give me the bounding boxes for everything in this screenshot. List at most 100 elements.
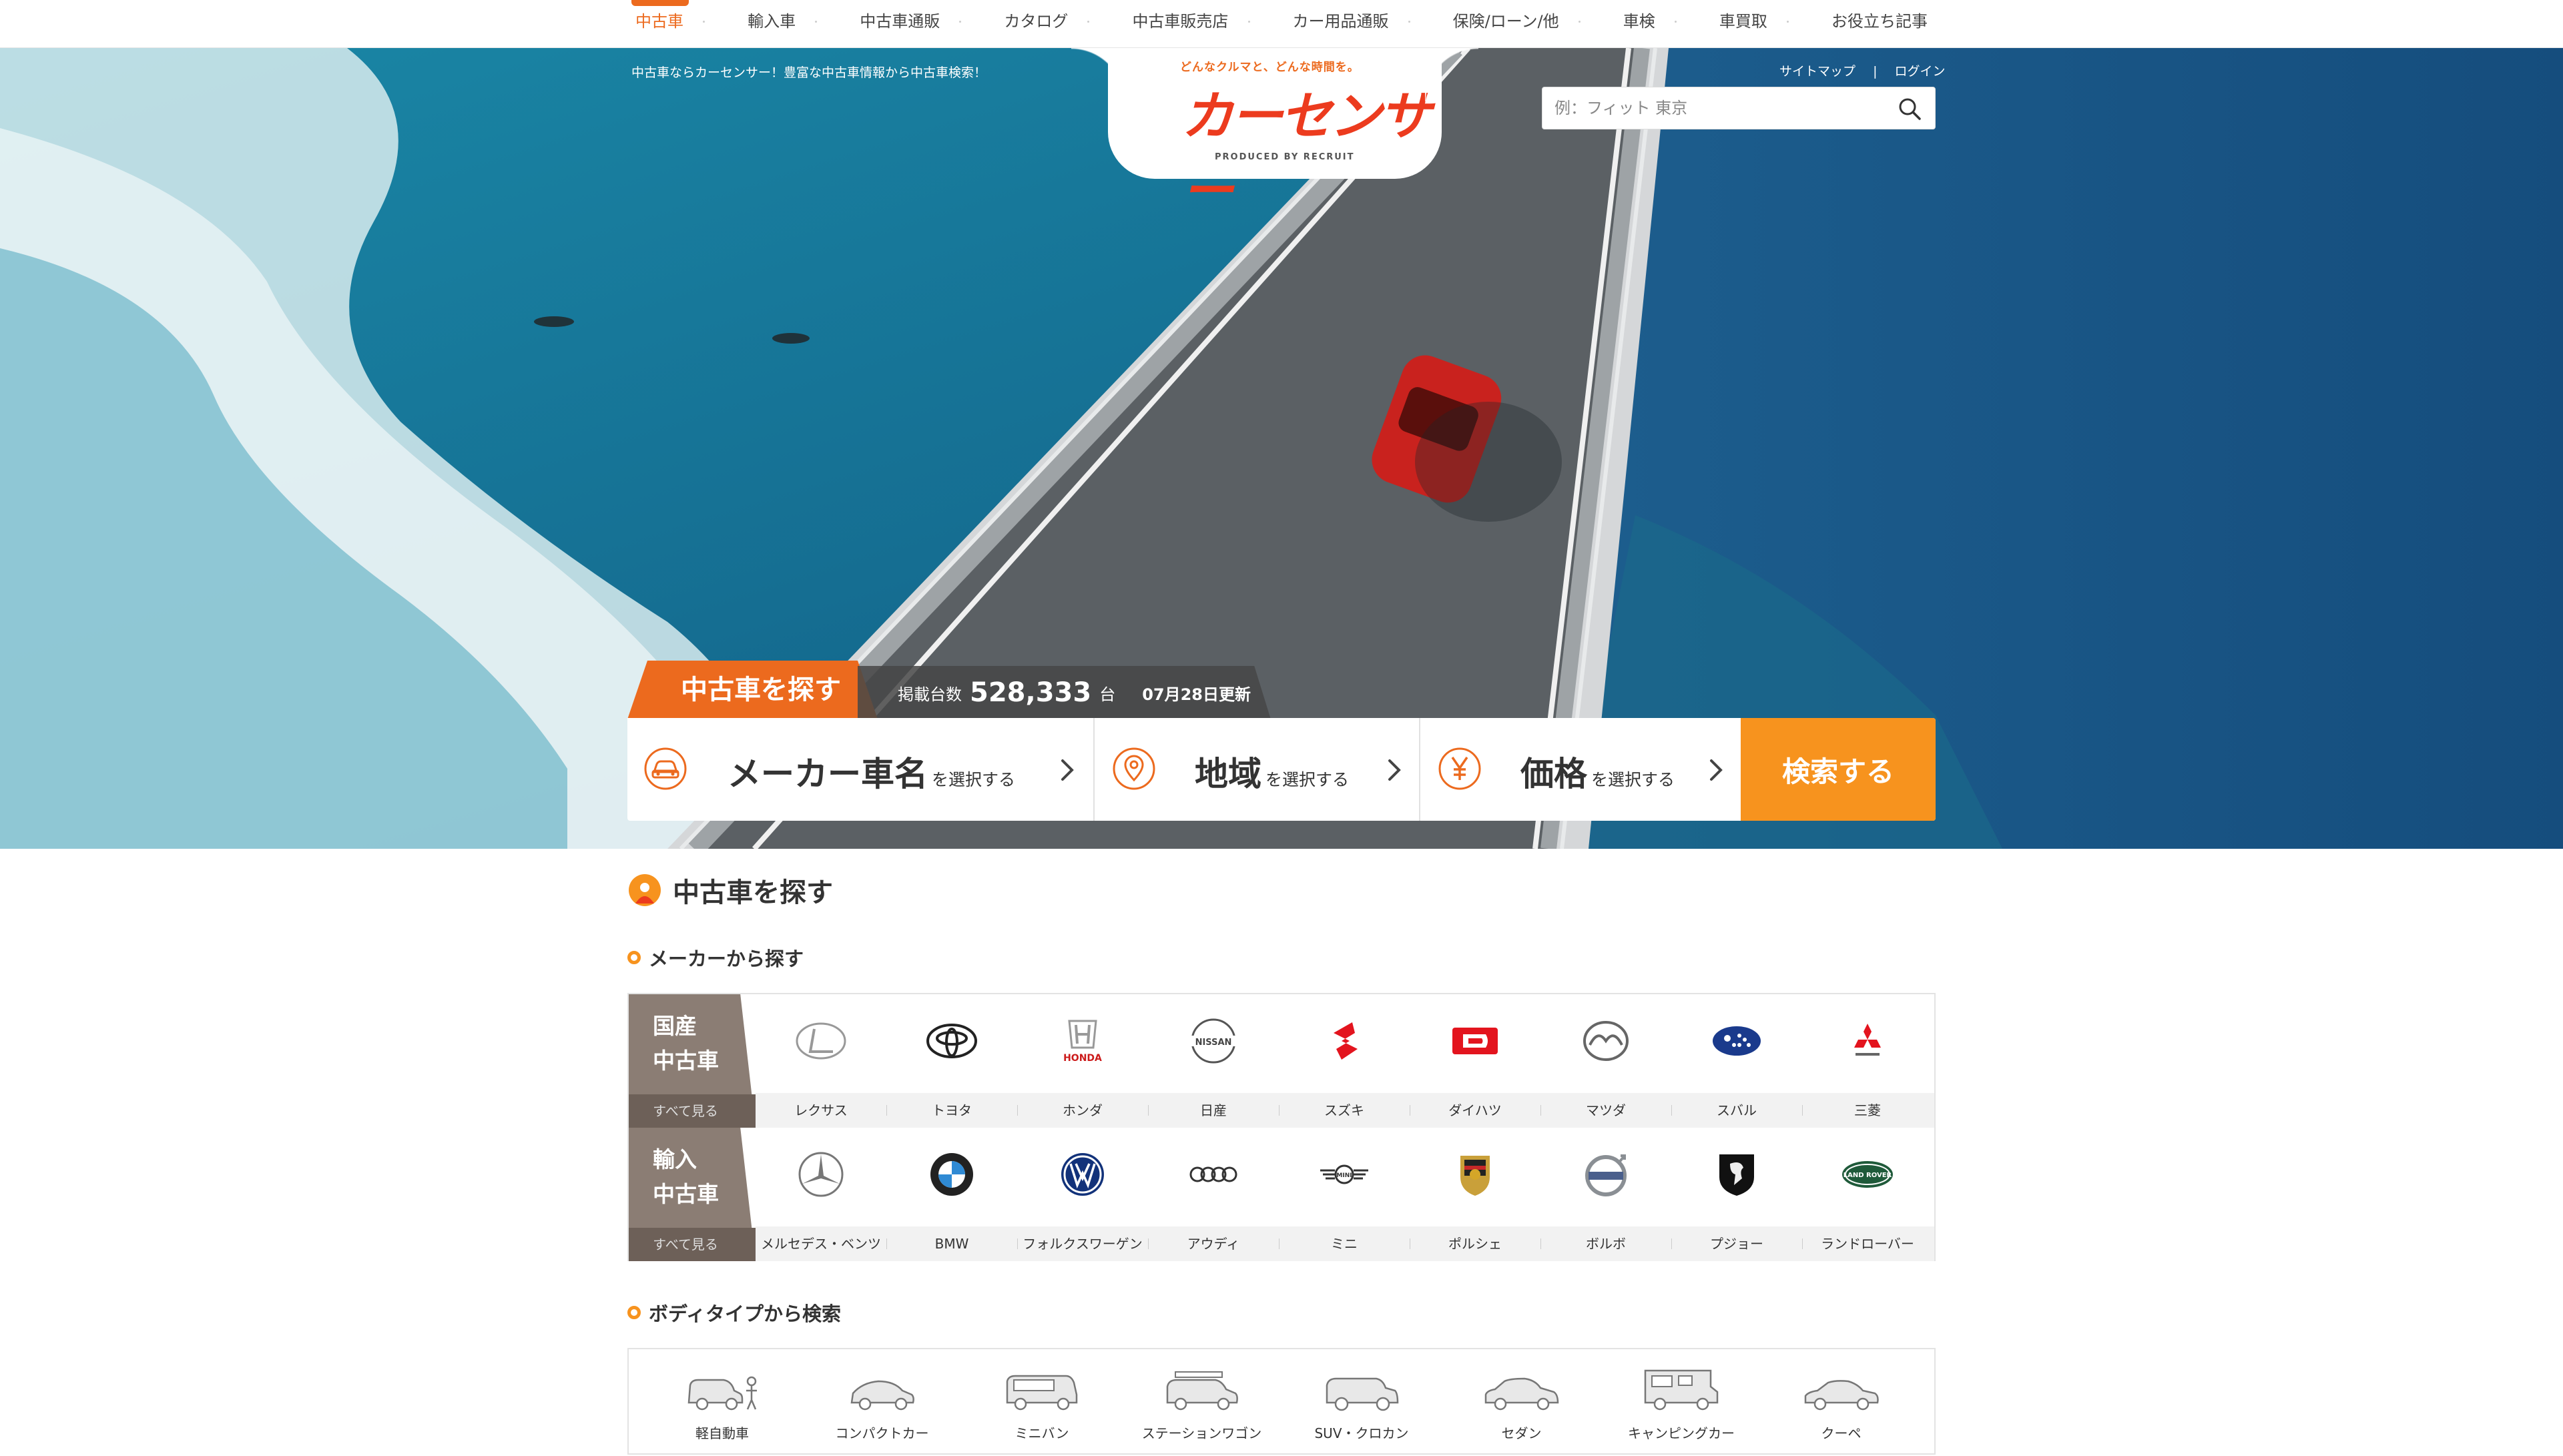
count-unit: 台 <box>1099 685 1116 704</box>
volvo-logo-icon <box>1585 1154 1627 1196</box>
nav-item-dealers[interactable]: 中古車販売店 <box>1087 0 1236 48</box>
nav-item-inspection[interactable]: 車検 <box>1578 0 1663 48</box>
brand-suzuki[interactable]: スズキ <box>1279 994 1410 1128</box>
brand-name: ミニ <box>1279 1226 1410 1261</box>
maker-main-text: メーカー車名 <box>728 755 928 793</box>
location-pin-icon <box>1113 747 1155 790</box>
nav-item-car-goods[interactable]: カー用品通販 <box>1247 0 1397 48</box>
bodytype-name: ミニバン <box>1015 1425 1069 1441</box>
search-button[interactable]: 検索する <box>1741 718 1936 821</box>
daihatsu-logo-icon <box>1452 1028 1498 1054</box>
brand-daihatsu[interactable]: ダイハツ <box>1410 994 1540 1128</box>
bodytype-camper[interactable]: キャンピングカー <box>1601 1349 1761 1456</box>
brand-nissan[interactable]: NISSAN 日産 <box>1148 994 1279 1128</box>
hero-search-bar: メーカー車名 を選択する 地域 を選択する 価格 を選択する 検索する <box>627 718 1936 821</box>
area-main-text: 地域 <box>1195 755 1261 793</box>
section-title-text: 中古車を探す <box>673 877 833 908</box>
suv-icon <box>1326 1377 1399 1411</box>
nav-item-buyback[interactable]: 車買取 <box>1674 0 1775 48</box>
brand-subaru[interactable]: スバル <box>1671 994 1802 1128</box>
area-selector[interactable]: 地域 を選択する <box>1095 718 1420 821</box>
brand-bmw[interactable]: BMW <box>886 1128 1017 1261</box>
peugeot-logo-icon <box>1719 1154 1754 1196</box>
imported-see-all[interactable]: すべて見る <box>629 1228 756 1261</box>
maker-selector[interactable]: メーカー車名 を選択する <box>627 718 1095 821</box>
bodytype-name: ステーションワゴン <box>1141 1425 1262 1441</box>
recruit-credit: PRODUCED BY RECRUIT <box>1215 152 1355 162</box>
yen-icon <box>1438 747 1481 790</box>
brand-lexus[interactable]: レクサス <box>756 994 886 1128</box>
brand-name: ランドローバー <box>1802 1226 1933 1261</box>
maker-subsection-text: メーカーから探す <box>649 948 804 970</box>
suzuki-logo-icon <box>1334 1022 1358 1060</box>
mini-logo-icon: MINI <box>1320 1164 1368 1184</box>
bodytype-coupe[interactable]: クーペ <box>1761 1349 1922 1456</box>
bodytype-compact[interactable]: コンパクトカー <box>802 1349 962 1456</box>
search-icon[interactable] <box>1896 95 1923 122</box>
brand-name: マツダ <box>1540 1093 1671 1128</box>
sitemap-link[interactable]: サイトマップ <box>1779 64 1856 79</box>
brand-mitsubishi[interactable]: 三菱 <box>1802 994 1933 1128</box>
brand-honda[interactable]: HONDA ホンダ <box>1017 994 1148 1128</box>
brand-name: トヨタ <box>886 1093 1017 1128</box>
bodytype-minivan[interactable]: ミニバン <box>962 1349 1122 1456</box>
domestic-brands: レクサス トヨタ HONDA ホンダ NISSAN 日産 スズキ ダイハツ マツ… <box>756 994 1934 1128</box>
landrover-wordmark: LAND ROVER <box>1843 1172 1892 1179</box>
nav-item-imported[interactable]: 輸入車 <box>703 0 804 48</box>
price-sub-text: を選択する <box>1591 770 1675 789</box>
domestic-label-line1: 国産 <box>653 1013 697 1039</box>
subaru-logo-icon <box>1713 1026 1761 1056</box>
bodytype-kei[interactable]: 軽自動車 <box>642 1349 802 1456</box>
bmw-logo-icon <box>930 1153 973 1196</box>
brand-mazda[interactable]: マツダ <box>1540 994 1671 1128</box>
brand-audi[interactable]: アウディ <box>1148 1128 1279 1261</box>
kei-car-icon <box>687 1376 757 1411</box>
nav-item-insurance[interactable]: 保険/ローン/他 <box>1408 0 1567 48</box>
bodytype-subsection-text: ボディタイプから検索 <box>649 1303 841 1325</box>
site-logo[interactable]: どんなクルマと、どんな時間を。 カーセンサー PRODUCED BY RECRU… <box>1071 48 1478 222</box>
brand-name: フォルクスワーゲン <box>1017 1226 1148 1261</box>
brand-toyota[interactable]: トヨタ <box>886 994 1017 1128</box>
nav-item-used-car[interactable]: 中古車 <box>627 0 691 48</box>
brand-mini[interactable]: MINI ミニ <box>1279 1128 1410 1261</box>
camper-icon <box>1644 1369 1719 1411</box>
bodytype-sedan[interactable]: セダン <box>1442 1349 1602 1456</box>
search-input[interactable] <box>1554 87 1882 129</box>
link-separator: | <box>1873 64 1878 79</box>
brand-name: ダイハツ <box>1410 1093 1540 1128</box>
maker-sub-text: を選択する <box>932 770 1016 789</box>
domestic-see-all[interactable]: すべて見る <box>629 1094 756 1128</box>
brand-name: レクサス <box>794 1102 848 1118</box>
count-value: 528,333 <box>970 677 1092 708</box>
logo-tagline: どんなクルマと、どんな時間を。 <box>1180 61 1360 74</box>
brand-name: スズキ <box>1279 1093 1410 1128</box>
logo-text: カーセンサー <box>1181 87 1431 222</box>
bodytype-wagon[interactable]: ステーションワゴン <box>1122 1349 1282 1456</box>
nissan-wordmark: NISSAN <box>1195 1038 1232 1048</box>
nav-item-articles[interactable]: お役立ち記事 <box>1786 0 1936 48</box>
brand-name: スバル <box>1671 1093 1802 1128</box>
toyota-logo-icon <box>926 1024 977 1058</box>
bodytype-name: セダン <box>1501 1425 1542 1441</box>
domestic-label-line2: 中古車 <box>653 1048 719 1074</box>
imported-label: 輸入 中古車 <box>653 1142 733 1212</box>
listing-count: 掲載台数 528,333 台 07月28日更新 <box>858 666 1271 719</box>
keyword-search <box>1542 87 1936 129</box>
bodytype-name: コンパクトカー <box>835 1425 929 1441</box>
brand-volvo[interactable]: ボルボ <box>1540 1128 1671 1261</box>
porsche-logo-icon <box>1460 1156 1490 1196</box>
brand-porsche[interactable]: ポルシェ <box>1410 1128 1540 1261</box>
price-selector[interactable]: 価格 を選択する <box>1420 718 1741 821</box>
brand-peugeot[interactable]: プジョー <box>1671 1128 1802 1261</box>
brand-landrover[interactable]: LAND ROVER ランドローバー <box>1802 1128 1933 1261</box>
nav-item-catalog[interactable]: カタログ <box>959 0 1076 48</box>
login-link[interactable]: ログイン <box>1895 64 1946 79</box>
bodytype-suv[interactable]: SUV・クロカン <box>1282 1349 1442 1456</box>
nav-item-mail-order[interactable]: 中古車通販 <box>815 0 948 48</box>
header-tagline: 中古車ならカーセンサー！豊富な中古車情報から中古車検索！ <box>631 65 987 80</box>
brand-mercedes[interactable]: メルセデス・ベンツ <box>756 1128 886 1261</box>
brand-volkswagen[interactable]: フォルクスワーゲン <box>1017 1128 1148 1261</box>
brand-name: 三菱 <box>1802 1093 1933 1128</box>
used-car-search-icon <box>629 874 661 906</box>
brand-name: プジョー <box>1671 1226 1802 1261</box>
